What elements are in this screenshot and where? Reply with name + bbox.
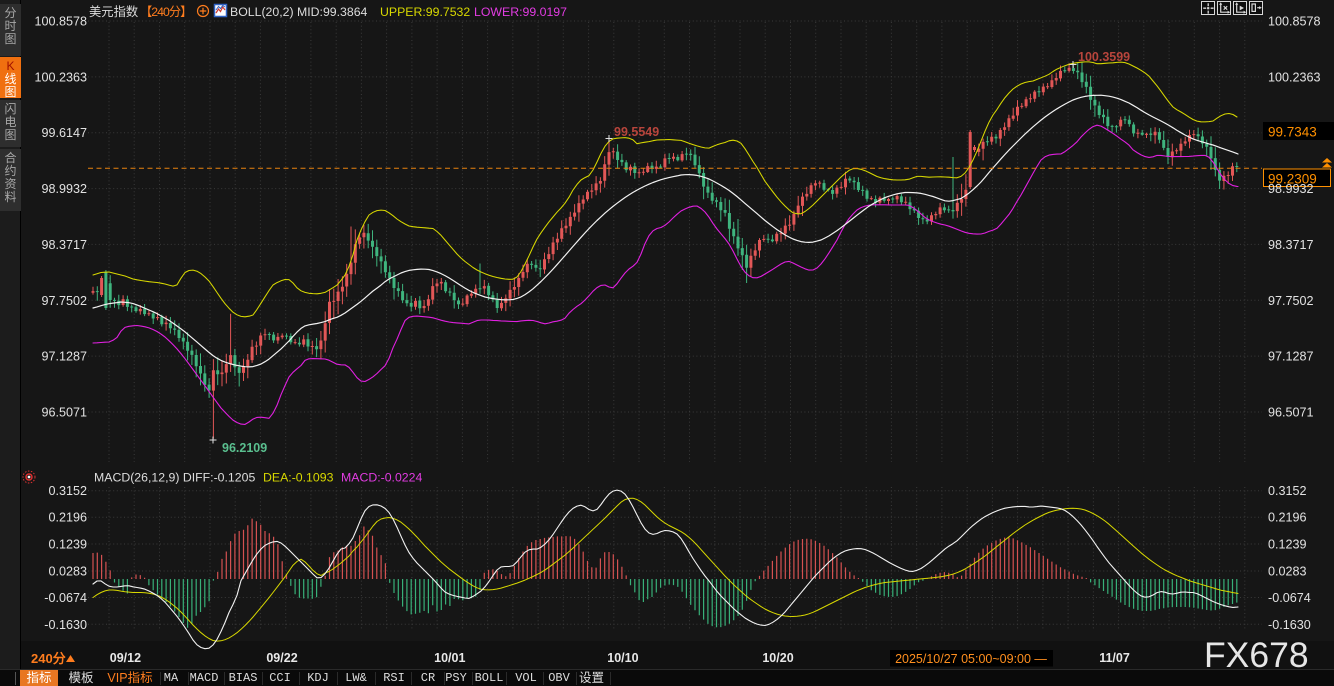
svg-text:DEA:-0.1093: DEA:-0.1093 (263, 471, 334, 485)
svg-text:96.5071: 96.5071 (41, 406, 87, 420)
svg-text:09/12: 09/12 (110, 651, 141, 665)
svg-text:MACD:-0.0224: MACD:-0.0224 (341, 471, 422, 485)
svg-text:-0.1630: -0.1630 (1268, 618, 1311, 632)
svg-text:99.6147: 99.6147 (41, 126, 87, 140)
svg-text:-0.0674: -0.0674 (1268, 591, 1311, 605)
svg-text:0.3152: 0.3152 (48, 484, 87, 498)
svg-text:0.2196: 0.2196 (48, 511, 87, 525)
svg-text:0.2196: 0.2196 (1268, 511, 1307, 525)
svg-text:98.9932: 98.9932 (1268, 182, 1314, 196)
svg-text:2025/10/27 05:00~09:00 —: 2025/10/27 05:00~09:00 — (895, 652, 1047, 666)
svg-text:98.3717: 98.3717 (1268, 238, 1314, 252)
svg-text:10/01: 10/01 (434, 651, 465, 665)
svg-text:100.3599: 100.3599 (1078, 50, 1130, 64)
svg-text:97.7502: 97.7502 (41, 294, 87, 308)
svg-text:98.9932: 98.9932 (41, 182, 87, 196)
svg-text:99.7343: 99.7343 (1268, 125, 1317, 140)
svg-text:97.1287: 97.1287 (1268, 350, 1314, 364)
svg-text:UPPER:99.7532: UPPER:99.7532 (380, 5, 470, 19)
svg-text:【240分】: 【240分】 (140, 5, 191, 19)
svg-text:MACD(26,12,9) DIFF:-0.1205: MACD(26,12,9) DIFF:-0.1205 (94, 471, 255, 485)
svg-text:0.1239: 0.1239 (48, 538, 87, 552)
svg-text:LOWER:99.0197: LOWER:99.0197 (474, 5, 567, 19)
svg-text:0.0283: 0.0283 (48, 565, 87, 579)
svg-text:0.1239: 0.1239 (1268, 538, 1307, 552)
svg-text:美元指数: 美元指数 (89, 4, 138, 19)
svg-text:96.5071: 96.5071 (1268, 406, 1314, 420)
svg-text:0.0283: 0.0283 (1268, 565, 1307, 579)
svg-text:10/10: 10/10 (607, 651, 638, 665)
svg-text:BOLL(20,2) MID:99.3864: BOLL(20,2) MID:99.3864 (230, 5, 368, 19)
svg-text:96.2109: 96.2109 (222, 441, 267, 455)
svg-text:100.2363: 100.2363 (1268, 70, 1321, 84)
svg-text:100.8578: 100.8578 (34, 15, 87, 29)
svg-text:98.3717: 98.3717 (41, 238, 87, 252)
svg-text:99.5549: 99.5549 (614, 125, 659, 139)
svg-text:0.3152: 0.3152 (1268, 484, 1307, 498)
svg-text:-0.1630: -0.1630 (44, 618, 87, 632)
svg-text:100.2363: 100.2363 (34, 70, 87, 84)
svg-text:100.8578: 100.8578 (1268, 15, 1321, 29)
svg-text:09/22: 09/22 (266, 651, 297, 665)
svg-text:240分: 240分 (31, 651, 66, 666)
svg-text:11/07: 11/07 (1099, 651, 1130, 665)
svg-text:97.1287: 97.1287 (41, 350, 87, 364)
svg-text:-0.0674: -0.0674 (44, 591, 87, 605)
svg-text:97.7502: 97.7502 (1268, 294, 1314, 308)
svg-text:10/20: 10/20 (762, 651, 793, 665)
